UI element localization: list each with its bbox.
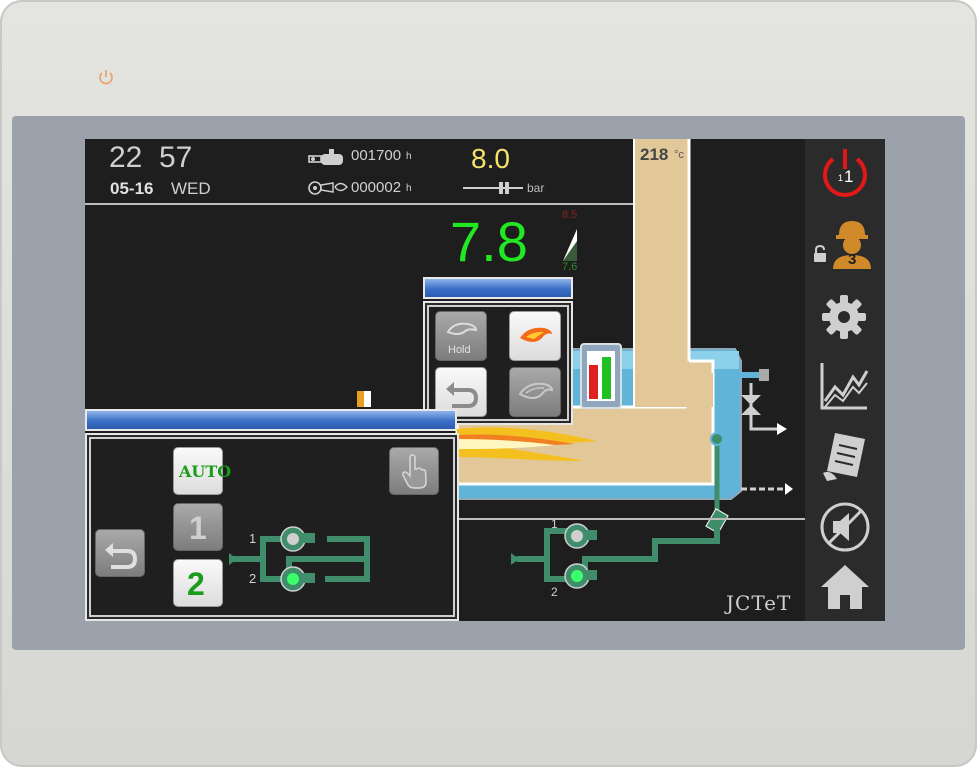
burner-popup: Hold (423, 301, 573, 425)
auto-label: AUTO (179, 462, 232, 481)
flame-button[interactable] (509, 311, 561, 361)
power-badge-large: 1 (844, 167, 854, 186)
hold-icon (446, 322, 478, 335)
speaker-mute-icon (820, 502, 870, 552)
stack-temperature-unit: °c (674, 149, 684, 161)
user-level: 3 (848, 251, 857, 268)
power-button[interactable]: 1 1 (805, 139, 885, 209)
pump-line-1-label: 1 (249, 531, 257, 546)
back-arrow-icon (105, 543, 137, 569)
pump-1-button[interactable]: 1 (173, 503, 223, 551)
pump-popup: AUTO 1 2 1 2 (85, 433, 459, 621)
home-button[interactable] (805, 551, 885, 621)
flame-off-button[interactable] (509, 367, 561, 417)
pressure-band-icon (563, 229, 577, 261)
flame-off-icon (518, 382, 554, 399)
auto-button[interactable]: AUTO (173, 447, 231, 495)
pump-popup-titlebar[interactable] (85, 409, 457, 431)
pump-2-button[interactable]: 2 (173, 559, 223, 607)
burner-popup-titlebar[interactable] (423, 277, 573, 299)
pressure-value: 7.8 (450, 210, 528, 273)
manual-button[interactable] (389, 447, 439, 495)
hmi-screen: 22 57 05-16 WED 001700 h 000002 h 8.0 ba… (85, 139, 885, 621)
schematic-line-2-label: 2 (551, 585, 558, 599)
schematic-line-1-label: 1 (551, 517, 558, 531)
flame-icon (520, 327, 552, 342)
power-badge-small: 1 (838, 173, 844, 183)
pressure-lower-limit: 7.6 (562, 261, 578, 273)
trend-chart-icon (820, 363, 869, 410)
pressure-upper-limit: 8.5 (562, 209, 578, 221)
brand-logo: JCTeT (726, 591, 792, 615)
back-arrow-icon (446, 382, 478, 408)
gear-icon (822, 295, 866, 339)
level-indicator (357, 391, 371, 407)
hold-button[interactable]: Hold (435, 311, 487, 361)
home-icon (821, 565, 869, 609)
schematic-pump-1-icon (564, 523, 597, 549)
settings-button[interactable] (805, 281, 885, 351)
hand-pointer-icon (402, 454, 427, 489)
hold-label: Hold (448, 344, 471, 356)
pump-1-label: 1 (189, 510, 207, 546)
report-button[interactable] (805, 421, 885, 491)
power-led-icon (99, 70, 113, 85)
pump-2-label: 2 (187, 566, 205, 602)
pump-back-button[interactable] (95, 529, 145, 577)
user-button[interactable]: 3 (805, 211, 885, 281)
sidebar: 1 1 3 (805, 139, 885, 621)
pump-line-2-label: 2 (249, 571, 257, 586)
schematic-pump-2-icon (564, 563, 597, 589)
document-icon (823, 433, 865, 481)
trend-button[interactable] (805, 351, 885, 421)
stack-temperature: 218 (640, 145, 669, 164)
lock-icon (814, 245, 826, 262)
